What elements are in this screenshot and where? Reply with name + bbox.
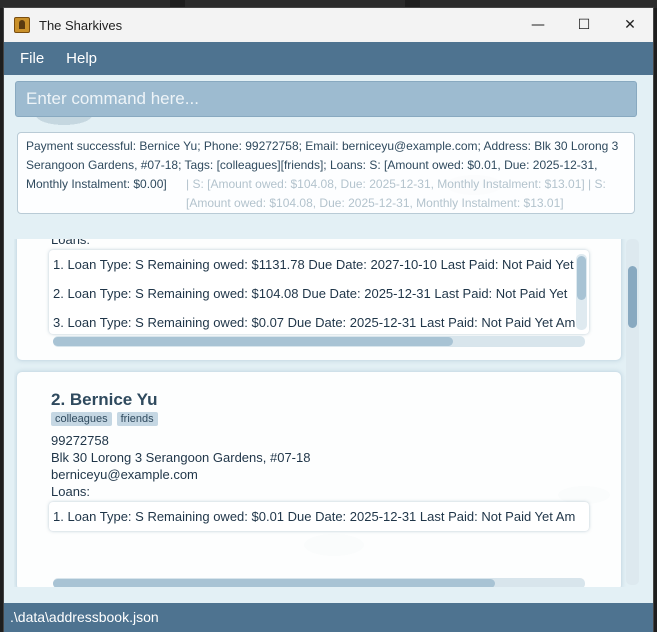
menu-file[interactable]: File: [4, 42, 55, 75]
close-button[interactable]: ✕: [607, 8, 653, 42]
person-card[interactable]: Loans: 1. Loan Type: S Remaining owed: $…: [16, 239, 622, 361]
window-controls: — ☐ ✕: [515, 8, 653, 42]
loan-horizontal-scroll-thumb[interactable]: [53, 337, 453, 346]
main-content: Payment successful: Bernice Yu; Phone: 9…: [4, 75, 653, 603]
tag: friends: [116, 412, 158, 426]
background-window-strip: [0, 0, 170, 8]
loan-vertical-scrollbar[interactable]: [576, 254, 587, 330]
tag: colleagues: [51, 412, 112, 426]
background-window-strip: [420, 0, 657, 8]
loan-list[interactable]: 1. Loan Type: S Remaining owed: $0.01 Du…: [49, 502, 589, 531]
command-input[interactable]: [16, 89, 636, 109]
data-file-path: .\data\addressbook.json: [10, 609, 159, 625]
loan-horizontal-scroll-thumb[interactable]: [53, 579, 495, 587]
person-phone: 99272758: [51, 433, 109, 448]
title-bar[interactable]: The Sharkives — ☐ ✕: [4, 8, 653, 42]
tag-list: colleagues friends: [51, 412, 158, 426]
person-name: 2. Bernice Yu: [51, 390, 158, 409]
loan-horizontal-scrollbar[interactable]: [53, 578, 585, 587]
person-list-scroll-thumb[interactable]: [628, 266, 637, 328]
person-card[interactable]: 2. Bernice Yu colleagues friends 9927275…: [16, 371, 622, 587]
loan-row: 1. Loan Type: S Remaining owed: $1131.78…: [53, 257, 574, 272]
background-window-strip: [185, 0, 405, 8]
app-window: The Sharkives — ☐ ✕ File Help Payment su…: [4, 8, 653, 632]
loan-vertical-scroll-thumb[interactable]: [577, 256, 586, 300]
loan-list[interactable]: 1. Loan Type: S Remaining owed: $1131.78…: [49, 250, 589, 334]
person-list[interactable]: Loans: 1. Loan Type: S Remaining owed: $…: [14, 239, 636, 587]
window-title: The Sharkives: [39, 17, 123, 33]
maximize-button[interactable]: ☐: [561, 8, 607, 42]
result-display: Payment successful: Bernice Yu; Phone: 9…: [17, 132, 635, 214]
person-list-scrollbar[interactable]: [626, 239, 639, 585]
status-bar: .\data\addressbook.json: [4, 603, 653, 632]
menu-help[interactable]: Help: [55, 42, 108, 75]
loan-horizontal-scrollbar[interactable]: [53, 336, 585, 347]
loans-label: Loans:: [51, 484, 91, 499]
person-address: Blk 30 Lorong 3 Serangoon Gardens, #07-1…: [51, 450, 311, 465]
app-logo-icon: [14, 17, 30, 33]
person-email: berniceyu@example.com: [51, 467, 198, 482]
loan-row: 3. Loan Type: S Remaining owed: $0.07 Du…: [53, 315, 576, 330]
loans-label: Loans:: [51, 239, 91, 247]
menu-bar: File Help: [4, 42, 653, 75]
minimize-button[interactable]: —: [515, 8, 561, 42]
loan-row: 1. Loan Type: S Remaining owed: $0.01 Du…: [53, 509, 576, 524]
loan-row: 2. Loan Type: S Remaining owed: $104.08 …: [53, 286, 568, 301]
command-box[interactable]: [15, 81, 637, 117]
